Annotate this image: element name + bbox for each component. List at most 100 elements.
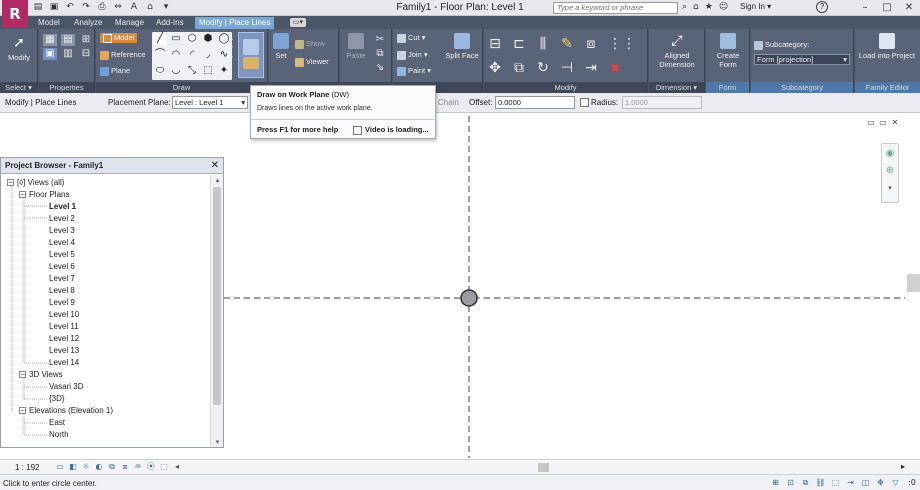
placement-plane-select[interactable]: Level : Level 1 ▾ — [172, 96, 248, 109]
tab-add-ins[interactable]: Add-Ins — [152, 17, 188, 29]
copy-icon[interactable]: ⧉ — [373, 48, 387, 60]
sun-path-icon[interactable]: ☼ — [81, 462, 91, 472]
family-category-icon[interactable]: ▦ — [43, 34, 57, 46]
crop-view-icon[interactable]: ⧉ — [107, 462, 117, 472]
user-icon[interactable]: ☺ — [719, 2, 728, 12]
temporary-view-icon[interactable]: ⬚ — [159, 462, 169, 472]
star-icon[interactable]: ★ — [705, 2, 713, 12]
circumscribed-polygon-icon[interactable]: ⬢ — [201, 33, 215, 45]
pick-lines-icon[interactable]: ⤡ — [185, 65, 199, 77]
view-scale[interactable]: 1 : 192 — [15, 463, 39, 472]
reference-line-button[interactable]: Reference — [100, 50, 146, 60]
dimension-panel-title[interactable]: Dimension ▾ — [649, 82, 704, 93]
select-links-icon[interactable]: ⛓ — [815, 478, 826, 488]
rectangle-icon[interactable]: ▭ — [169, 33, 183, 45]
draw-on-work-plane-button[interactable] — [238, 32, 264, 78]
application-menu-button[interactable]: R — [2, 0, 28, 28]
align-icon[interactable]: ⊟ — [488, 33, 502, 52]
canvas-hscrollbar[interactable]: ▸ — [185, 462, 905, 473]
show-work-plane-button[interactable]: Show — [295, 39, 325, 49]
project-browser-scrollbar[interactable]: ▴ ▾ — [210, 175, 223, 447]
select-by-face-icon[interactable]: ◫ — [860, 478, 871, 488]
drag-on-selection-icon[interactable]: ✥ — [875, 478, 886, 488]
select-pinned-icon[interactable]: ⇥ — [845, 478, 856, 488]
array-icon[interactable]: ⋮⋮ — [608, 33, 636, 52]
aligned-dimension-button[interactable]: ⤢ Aligned Dimension — [651, 33, 703, 69]
close-icon[interactable]: ✕ — [898, 0, 920, 15]
help-icon[interactable]: ? — [816, 1, 828, 13]
join-geometry-button[interactable]: Join ▾ — [397, 50, 428, 60]
view-maximize-icon[interactable]: ▭ — [878, 118, 888, 127]
paste-button[interactable]: Paste — [343, 33, 369, 60]
type-properties-icon[interactable]: ▣ — [43, 48, 57, 60]
split-element-icon[interactable]: ✎ — [560, 33, 574, 52]
canvas-vscroll-thumb[interactable] — [907, 274, 920, 292]
worksets-icon[interactable]: ⊞ — [770, 478, 781, 488]
search-input[interactable]: Type a keyword or phrase — [553, 2, 678, 14]
subscription-icon[interactable]: ⌂ — [693, 2, 699, 12]
show-crop-icon[interactable]: ⧈ — [120, 462, 130, 472]
radius-input[interactable]: 1.0000 — [622, 96, 702, 109]
navbar-dropdown-icon[interactable]: ▾ — [882, 181, 898, 195]
zoom-icon[interactable]: ⊕ — [882, 164, 898, 178]
close-icon[interactable]: ✕ — [211, 158, 219, 174]
scroll-up-icon[interactable]: ▴ — [211, 175, 224, 185]
tab-modify-place-lines[interactable]: Modify | Place Lines — [195, 17, 275, 29]
line-icon[interactable]: ╱ — [153, 33, 167, 45]
viewer-button[interactable]: Viewer — [295, 57, 329, 67]
steering-wheel-icon[interactable]: ◉ — [882, 147, 898, 161]
modify-button[interactable]: ➚ Modify — [4, 35, 34, 62]
search-icon[interactable]: ⌕ — [682, 2, 687, 12]
start-end-arc-icon[interactable]: ⌒ — [153, 49, 167, 61]
offset-input[interactable]: 0.0000 — [495, 96, 575, 109]
center-arc-icon[interactable]: ◠ — [169, 49, 183, 61]
tab-model[interactable]: Model — [34, 17, 64, 29]
pin-icon[interactable]: ⇥ — [584, 57, 598, 76]
family-types-icon[interactable]: ▤ — [61, 34, 75, 46]
reference-plane-button[interactable]: Plane — [100, 66, 130, 76]
temporary-hide-icon[interactable]: ♒ — [133, 462, 143, 472]
draw-gallery-scroll[interactable]: ▴ ▾ ▾ — [226, 33, 236, 63]
set-work-plane-button[interactable]: Set — [272, 33, 290, 60]
visual-style-icon[interactable]: ◧ — [68, 462, 78, 472]
copy-element-icon[interactable]: ⧉ — [512, 57, 526, 76]
offset-icon[interactable]: ⊏ — [512, 33, 526, 52]
design-options-icon[interactable]: ⊡ — [785, 478, 796, 488]
view-close-icon[interactable]: ✕ — [890, 118, 900, 127]
mirror-pick-axis-icon[interactable]: ⫼ — [536, 33, 550, 52]
view-restore-icon[interactable]: ▭ — [866, 118, 876, 127]
tangent-arc-icon[interactable]: ◜ — [185, 49, 199, 61]
detail-level-icon[interactable]: ▭ — [55, 462, 65, 472]
reveal-hidden-icon[interactable]: ⦿ — [146, 462, 156, 472]
project-browser-scroll-thumb[interactable] — [213, 187, 221, 405]
family-types-dialog-icon[interactable]: ⊟ — [79, 48, 93, 60]
move-icon[interactable]: ✥ — [488, 57, 502, 76]
view-bar-scroll-left-icon[interactable]: ◂ — [172, 462, 182, 472]
point-icon[interactable]: ✦ — [217, 65, 231, 77]
minimize-icon[interactable]: – — [854, 0, 876, 15]
select-underlay-icon[interactable]: ⬚ — [830, 478, 841, 488]
radius-checkbox[interactable] — [580, 98, 589, 107]
trim-extend-icon[interactable]: ⊣ — [560, 57, 574, 76]
tab-analyze[interactable]: Analyze — [70, 17, 106, 29]
paint-button[interactable]: Paint ▾ — [397, 66, 431, 76]
tab-manage[interactable]: Manage — [111, 17, 148, 29]
split-face-button[interactable]: Split Face — [443, 33, 481, 60]
model-line-button[interactable]: Model — [100, 33, 138, 43]
load-into-project-button[interactable]: Load into Project — [857, 33, 917, 60]
delete-icon[interactable]: ✖ — [608, 57, 622, 75]
properties-icon[interactable]: ⊞ — [79, 34, 93, 46]
canvas-hscroll-thumb[interactable] — [538, 463, 549, 472]
scroll-right-icon[interactable]: ▸ — [901, 462, 905, 471]
origin-point[interactable] — [460, 289, 478, 307]
project-browser-title-bar[interactable]: Project Browser - Family1 ✕ — [1, 158, 223, 174]
create-form-button[interactable]: Create Form — [708, 33, 748, 69]
ribbon-minimize-button[interactable]: ▭▾ — [290, 18, 306, 27]
inscribed-polygon-icon[interactable]: ⬡ — [185, 33, 199, 45]
fillet-arc-icon[interactable]: ◞ — [201, 49, 215, 61]
subcategory-select[interactable]: Form [projection] ▾ — [754, 54, 850, 65]
rotate-icon[interactable]: ↻ — [536, 57, 550, 76]
sign-in-button[interactable]: Sign In ▾ — [740, 2, 771, 11]
scroll-down-icon[interactable]: ▾ — [211, 437, 224, 447]
cut-geometry-button[interactable]: Cut ▾ — [397, 33, 426, 43]
